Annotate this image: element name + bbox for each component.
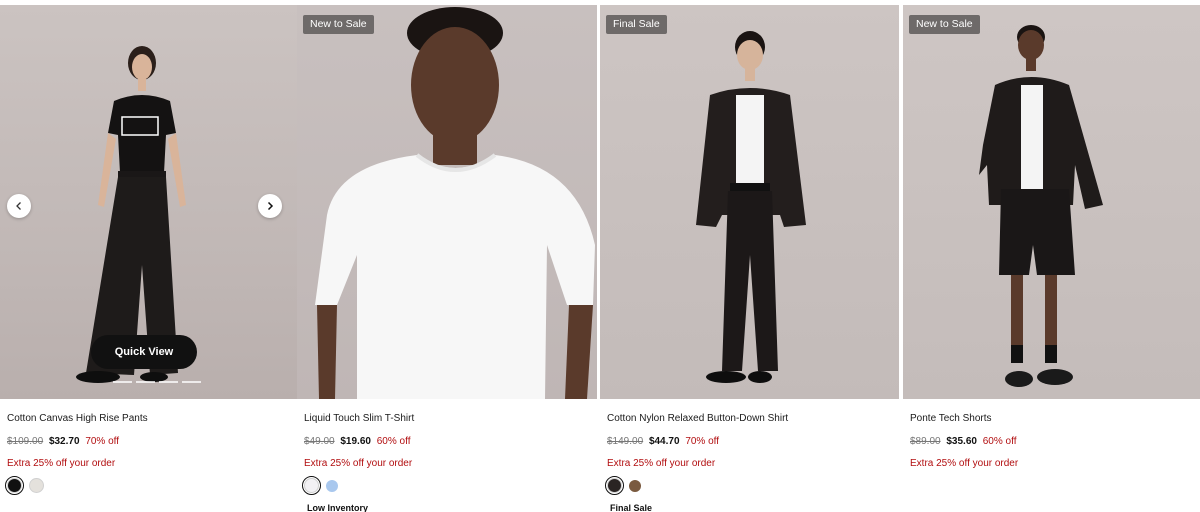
- color-swatches: [302, 476, 338, 495]
- product-card[interactable]: Quick View Cotton Canvas High Rise Pants…: [0, 0, 297, 512]
- color-swatches: [5, 476, 44, 495]
- sale-price: $35.60: [946, 436, 977, 447]
- carousel-dot[interactable]: [182, 381, 201, 383]
- promo-text: Extra 25% off your order: [304, 458, 413, 469]
- product-name[interactable]: Ponte Tech Shorts: [910, 413, 992, 424]
- product-card[interactable]: Final Sale Cotton Nylon Relaxed Button-D…: [600, 0, 899, 512]
- sale-price: $32.70: [48, 436, 80, 447]
- product-name[interactable]: Liquid Touch Slim T-Shirt: [304, 413, 414, 424]
- chevron-left-icon: [16, 202, 21, 210]
- product-name[interactable]: Cotton Nylon Relaxed Button-Down Shirt: [607, 413, 788, 424]
- product-card[interactable]: New to Sale Ponte Tech Shorts $89.00 $35…: [903, 0, 1200, 512]
- carousel-dot[interactable]: [159, 381, 178, 383]
- carousel-dot[interactable]: [136, 381, 155, 383]
- sale-badge: Final Sale: [606, 15, 667, 34]
- product-name[interactable]: Cotton Canvas High Rise Pants: [7, 413, 148, 424]
- color-swatches: [605, 476, 641, 495]
- inventory-status: Low Inventory: [307, 503, 369, 512]
- image-carousel-indicators: [113, 381, 201, 383]
- price-row: $149.00 $44.70 70% off: [607, 436, 719, 447]
- quick-view-button[interactable]: Quick View: [91, 335, 197, 369]
- original-price: $89.00: [910, 436, 941, 447]
- color-swatch[interactable]: [326, 480, 338, 492]
- discount-percent: 60% off: [982, 436, 1017, 447]
- discount-percent: 60% off: [376, 436, 411, 447]
- color-swatch[interactable]: [5, 476, 24, 495]
- color-swatch[interactable]: [29, 478, 44, 493]
- discount-percent: 70% off: [85, 436, 120, 447]
- price-row: $89.00 $35.60 60% off: [910, 436, 1016, 447]
- product-image[interactable]: Final Sale: [600, 5, 899, 399]
- sale-badge: New to Sale: [909, 15, 980, 34]
- price-row: $109.00 $32.70 70% off: [7, 436, 119, 447]
- promo-text: Extra 25% off your order: [607, 458, 716, 469]
- color-swatch[interactable]: [605, 476, 624, 495]
- next-image-button[interactable]: [258, 194, 282, 218]
- product-image[interactable]: Quick View: [0, 5, 297, 399]
- product-grid: Quick View Cotton Canvas High Rise Pants…: [0, 0, 1200, 512]
- color-swatch[interactable]: [629, 480, 641, 492]
- chevron-right-icon: [267, 201, 274, 211]
- carousel-dot[interactable]: [113, 381, 132, 383]
- sale-price: $44.70: [648, 436, 680, 447]
- product-card[interactable]: New to Sale Liquid Touch Slim T-Shirt $4…: [297, 0, 597, 512]
- sale-price: $19.60: [340, 436, 371, 447]
- model-figure: [696, 31, 806, 383]
- model-figure: [315, 7, 595, 399]
- product-image[interactable]: New to Sale: [903, 5, 1200, 399]
- promo-text: Extra 25% off your order: [7, 458, 116, 469]
- price-row: $49.00 $19.60 60% off: [304, 436, 410, 447]
- color-swatch[interactable]: [302, 476, 321, 495]
- original-price: $109.00: [7, 436, 44, 447]
- model-figure: [979, 25, 1103, 387]
- original-price: $149.00: [607, 436, 644, 447]
- inventory-status: Final Sale: [610, 503, 653, 512]
- sale-badge: New to Sale: [303, 15, 374, 34]
- original-price: $49.00: [304, 436, 335, 447]
- discount-percent: 70% off: [685, 436, 720, 447]
- promo-text: Extra 25% off your order: [910, 458, 1019, 469]
- product-image[interactable]: New to Sale: [297, 5, 597, 399]
- prev-image-button[interactable]: [7, 194, 31, 218]
